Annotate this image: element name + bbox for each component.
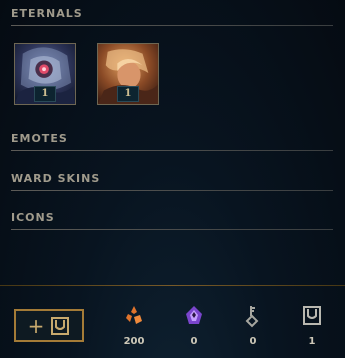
plus-icon: +	[27, 313, 45, 338]
key-fragment-icon	[245, 306, 259, 328]
currency-value: 200	[123, 336, 145, 347]
section-title-eternals: ETERNALS	[11, 7, 83, 20]
eternal-count-badge: 1	[34, 86, 56, 102]
currency-value: 0	[249, 336, 257, 347]
loot-panel: ETERNALS 1 1 EMOTES WARD SKINS ICONS + 2…	[0, 0, 345, 358]
add-chest-button[interactable]: +	[14, 309, 84, 342]
section-divider	[11, 25, 333, 26]
section-eternals: ETERNALS	[11, 8, 333, 26]
footer-divider	[0, 285, 345, 286]
section-icons: ICONS	[11, 212, 333, 230]
section-divider	[11, 190, 333, 191]
hextech-chest-icon	[303, 306, 321, 325]
mythic-gem-icon	[186, 306, 202, 324]
section-divider	[11, 150, 333, 151]
eternal-tile-2[interactable]: 1	[97, 43, 159, 105]
section-ward-skins: WARD SKINS	[11, 173, 333, 191]
currency-hextech-chest: 1	[292, 304, 332, 348]
section-title-emotes: EMOTES	[11, 132, 68, 145]
currency-value: 1	[308, 336, 316, 347]
section-title-ward-skins: WARD SKINS	[11, 172, 101, 185]
section-divider	[11, 229, 333, 230]
orange-essence-icon	[126, 306, 142, 324]
currency-mythic-gem: 0	[174, 304, 214, 348]
currency-orange-essence: 200	[114, 304, 154, 348]
eternal-tile-1[interactable]: 1	[14, 43, 76, 105]
chest-icon	[51, 316, 70, 335]
section-title-icons: ICONS	[11, 211, 55, 224]
eternal-count-badge: 1	[117, 86, 139, 102]
section-emotes: EMOTES	[11, 133, 333, 151]
currency-value: 0	[190, 336, 198, 347]
currency-key-fragment: 0	[233, 304, 273, 348]
